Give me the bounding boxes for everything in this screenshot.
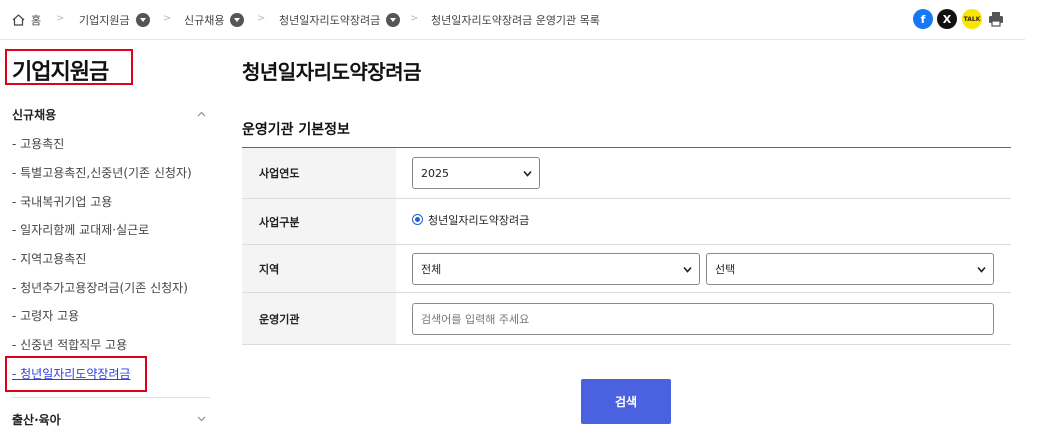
home-icon	[12, 14, 25, 26]
sidebar-divider	[12, 397, 210, 398]
breadcrumb-current-label: 청년일자리도약장려금 운영기관 목록	[431, 14, 600, 27]
sidebar-item-special-employment[interactable]: - 특별고용촉진,신중년(기존 신청자)	[12, 164, 192, 181]
breadcrumb-level3[interactable]: 청년일자리도약장려금	[279, 12, 401, 28]
sidebar-item-regional-employment[interactable]: - 지역고용촉진	[12, 250, 86, 267]
region-sub-select-value: 선택	[715, 262, 736, 276]
breadcrumb-level1[interactable]: 기업지원금	[79, 12, 150, 28]
chevron-down-icon[interactable]	[386, 13, 401, 27]
org-search-placeholder: 검색어를 입력해 주세요	[421, 312, 530, 326]
x-icon[interactable]: X	[937, 9, 957, 29]
breadcrumb-separator-icon: >	[163, 13, 172, 24]
sidebar-item-youth-additional[interactable]: - 청년추가고용장려금(기존 신청자)	[12, 279, 188, 296]
breadcrumb-level1-label: 기업지원금	[79, 14, 130, 27]
year-select-value: 2025	[421, 166, 449, 180]
breadcrumb-separator-icon: >	[257, 13, 266, 24]
chevron-down-icon	[683, 266, 692, 273]
sidebar-item-youth-jump[interactable]: - 청년일자리도약장려금	[12, 365, 131, 382]
search-form: 사업연도 2025 사업구분 청년일자리도약장려금 지역 전체 선택 운영기관 …	[242, 147, 1011, 345]
page-title: 청년일자리도약장려금	[242, 60, 422, 84]
sidebar-item-employment-promotion[interactable]: - 고용촉진	[12, 135, 64, 152]
breadcrumb-home-label: 홈	[31, 14, 42, 27]
form-row-region: 지역 전체 선택	[242, 245, 1011, 293]
sidebar-section-new-hire[interactable]: 신규채용	[12, 106, 56, 123]
breadcrumb-level2[interactable]: 신규채용	[184, 12, 245, 28]
type-label: 사업구분	[242, 199, 396, 244]
chevron-down-icon	[523, 170, 532, 177]
breadcrumb-separator-icon: >	[56, 13, 65, 24]
year-label: 사업연도	[242, 148, 396, 198]
sidebar-section-childbirth[interactable]: 출산·육아	[12, 411, 61, 428]
region-sub-select[interactable]: 선택	[706, 252, 994, 285]
print-icon[interactable]	[986, 9, 1006, 29]
search-button[interactable]: 검색	[581, 379, 671, 424]
breadcrumb: 홈 > 기업지원금 > 신규채용 > 청년일자리도약장려금 > 청년일자리도약장…	[0, 0, 1025, 40]
sidebar-item-middle-aged-job[interactable]: - 신중년 적합직무 고용	[12, 336, 127, 353]
kakaotalk-icon[interactable]: TALK	[962, 9, 982, 29]
chevron-down-icon[interactable]	[135, 13, 150, 27]
form-row-type: 사업구분 청년일자리도약장려금	[242, 199, 1011, 245]
facebook-icon[interactable]: f	[913, 9, 933, 29]
breadcrumb-level3-label: 청년일자리도약장려금	[279, 14, 381, 27]
chevron-down-icon[interactable]	[230, 13, 245, 27]
print-svg	[989, 12, 1003, 27]
sidebar-item-shift-work[interactable]: - 일자리함께 교대제·실근로	[12, 221, 149, 238]
facebook-glyph: f	[920, 12, 926, 26]
sidebar-item-reshoring-employment[interactable]: - 국내복귀기업 고용	[12, 193, 112, 210]
form-row-year: 사업연도 2025	[242, 148, 1011, 199]
year-select[interactable]: 2025	[412, 157, 540, 189]
breadcrumb-level2-label: 신규채용	[184, 14, 225, 27]
region-label: 지역	[242, 245, 396, 292]
kakaotalk-glyph: TALK	[963, 15, 981, 23]
breadcrumb-home[interactable]: 홈	[12, 12, 41, 28]
org-label: 운영기관	[242, 293, 396, 344]
org-search-input[interactable]: 검색어를 입력해 주세요	[412, 302, 994, 335]
type-radio-label[interactable]: 청년일자리도약장려금	[428, 212, 529, 228]
region-select[interactable]: 전체	[412, 252, 700, 285]
type-radio[interactable]	[412, 214, 423, 225]
region-select-value: 전체	[421, 262, 442, 276]
chevron-down-icon[interactable]	[197, 414, 206, 423]
sidebar-title: 기업지원금	[12, 60, 109, 85]
form-row-org: 운영기관 검색어를 입력해 주세요	[242, 293, 1011, 345]
breadcrumb-separator-icon: >	[410, 13, 419, 24]
sidebar-item-senior-employment[interactable]: - 고령자 고용	[12, 307, 79, 324]
breadcrumb-current: 청년일자리도약장려금 운영기관 목록	[431, 12, 600, 28]
chevron-down-icon	[977, 266, 986, 273]
x-glyph: X	[942, 12, 952, 26]
chevron-up-icon[interactable]	[197, 110, 206, 119]
section-title: 운영기관 기본정보	[242, 122, 350, 138]
